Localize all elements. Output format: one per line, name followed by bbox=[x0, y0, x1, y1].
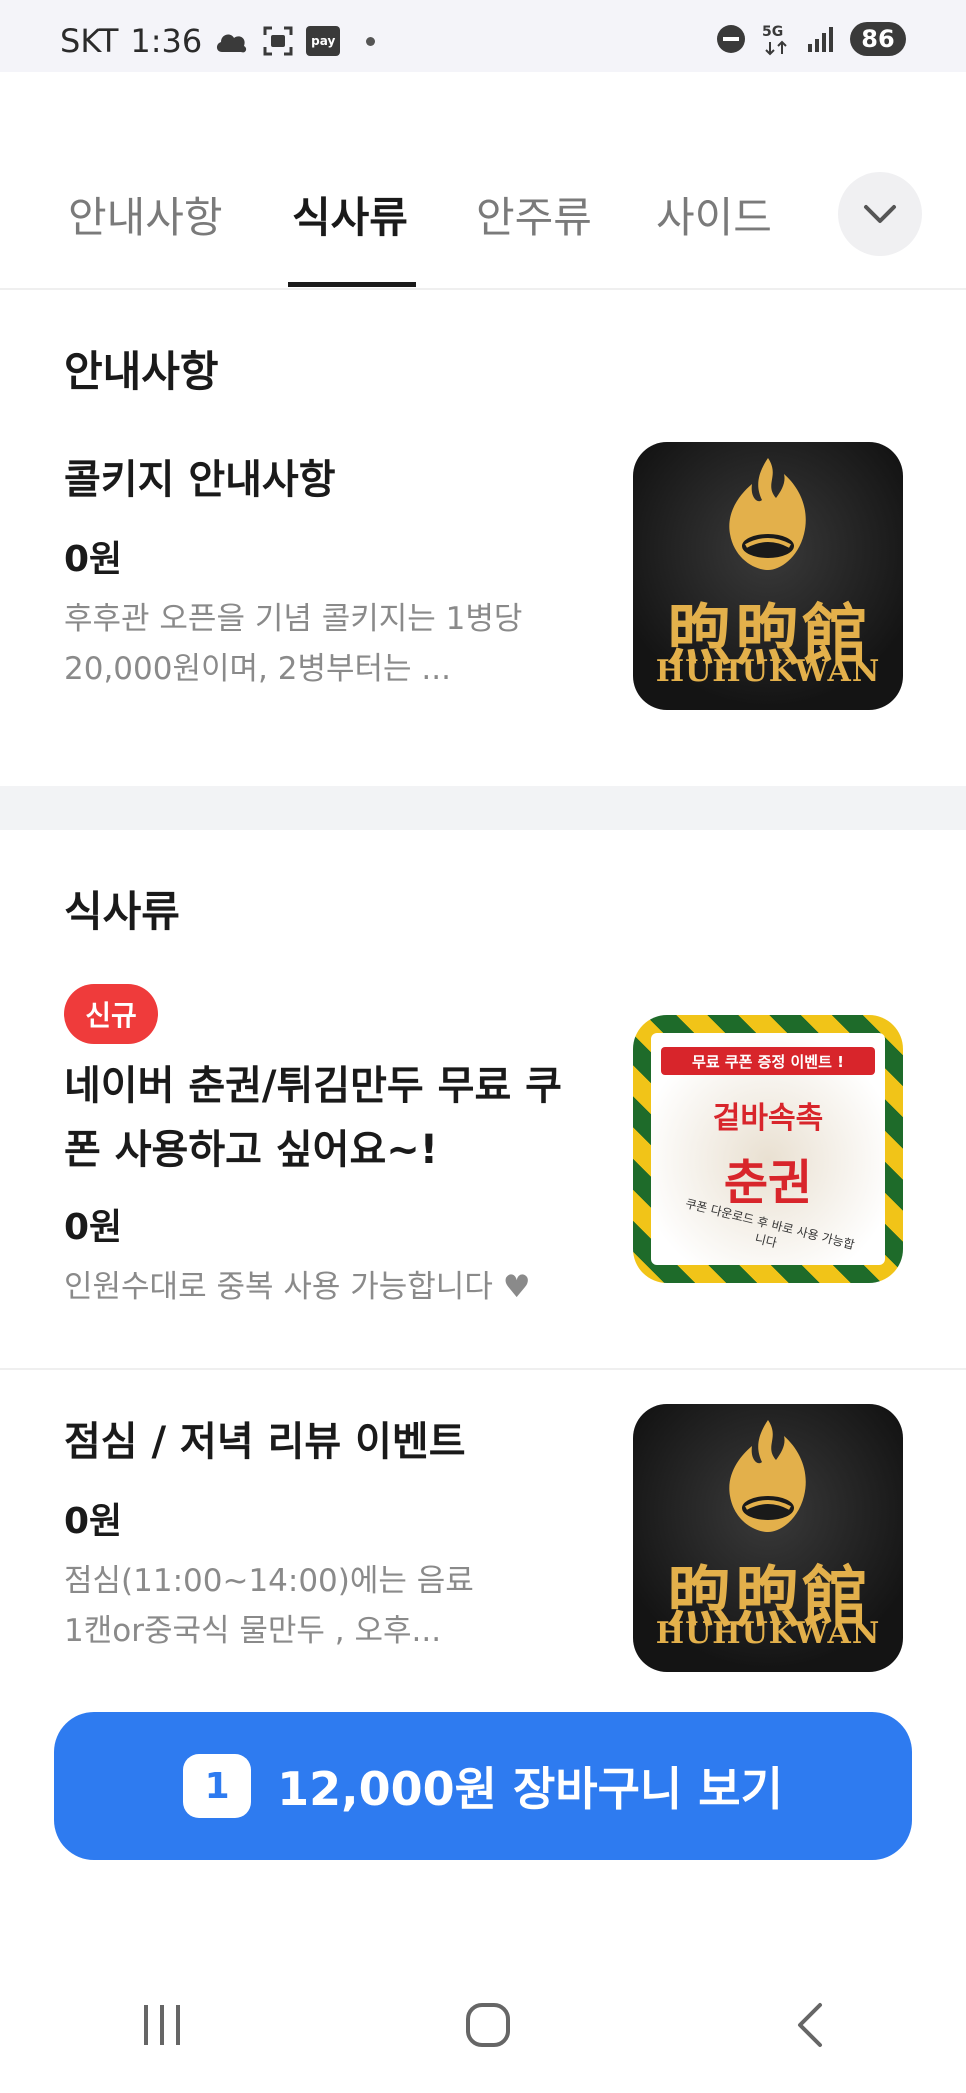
item-divider bbox=[0, 1368, 966, 1370]
pay-icon: pay bbox=[306, 26, 341, 56]
item-price: 0원 bbox=[64, 1207, 123, 1248]
system-nav-bar bbox=[0, 1970, 966, 2080]
svg-text:5G: 5G bbox=[762, 24, 783, 40]
back-icon[interactable] bbox=[792, 2001, 826, 2049]
tab-snacks[interactable]: 안주류 bbox=[476, 184, 592, 245]
item-name: 네이버 춘권/튀김만두 무료 쿠 폰 사용하고 싶어요~! bbox=[64, 1063, 562, 1173]
item-price: 0원 bbox=[64, 1501, 123, 1542]
carrier: SKT bbox=[60, 22, 119, 60]
active-tab-indicator bbox=[288, 282, 416, 287]
recent-apps-icon[interactable] bbox=[140, 2003, 184, 2047]
signal-icon bbox=[808, 27, 833, 52]
clock: 1:36 bbox=[130, 22, 203, 60]
section-title-info: 안내사항 bbox=[64, 347, 219, 396]
item-description: 점심(11:00~14:00)에는 음료 1캔or중국식 물만두 , 오후... bbox=[64, 1563, 474, 1649]
item-image-logo: 煦煦館 HUHUKWAN bbox=[633, 442, 903, 710]
view-cart-button[interactable]: 1 12,000원 장바구니 보기 bbox=[54, 1712, 912, 1860]
battery-indicator: 86 bbox=[850, 22, 906, 56]
coupon-tagline: 겉바속촉 bbox=[712, 1101, 824, 1136]
section-title-meals: 식사류 bbox=[64, 887, 180, 936]
do-not-disturb-icon bbox=[717, 25, 745, 53]
flame-logo-icon bbox=[729, 1420, 806, 1532]
coupon-banner: 무료 쿠폰 증정 이벤트 ! bbox=[661, 1047, 875, 1075]
scan-icon bbox=[263, 26, 293, 56]
network-5g-icon: 5G bbox=[762, 24, 787, 56]
item-image-logo: 煦煦館 HUHUKWAN bbox=[633, 1404, 903, 1672]
item-description: 후후관 오픈을 기념 콜키지는 1병당 20,000원이며, 2병부터는 ... bbox=[64, 601, 523, 687]
cart-count-badge: 1 bbox=[183, 1754, 252, 1818]
new-badge: 신규 bbox=[64, 984, 158, 1044]
cloud-icon bbox=[217, 34, 247, 53]
item-name: 콜키지 안내사항 bbox=[64, 457, 336, 503]
flame-logo-icon bbox=[729, 458, 806, 570]
logo-subtext: HUHUKWAN bbox=[655, 654, 881, 689]
tab-info[interactable]: 안내사항 bbox=[68, 184, 223, 245]
chevron-down-icon bbox=[864, 205, 896, 223]
logo-subtext: HUHUKWAN bbox=[655, 1616, 881, 1651]
home-icon[interactable] bbox=[464, 2001, 512, 2049]
category-tabs: 안내사항 식사류 안주류 사이드 bbox=[0, 150, 966, 290]
item-description: 인원수대로 중복 사용 가능합니다 ♥ bbox=[64, 1269, 531, 1305]
tab-more-button[interactable] bbox=[838, 172, 922, 256]
status-bar: SKT 1:36 pay 5G 86 bbox=[0, 0, 966, 72]
item-price: 0원 bbox=[64, 539, 123, 580]
section-separator bbox=[0, 786, 966, 830]
notification-dot bbox=[366, 36, 376, 46]
item-image-coupon: 무료 쿠폰 증정 이벤트 ! 겉바속촉 춘권 쿠폰 다운로드 후 바로 사용 가… bbox=[633, 1015, 903, 1283]
cart-label: 12,000원 장바구니 보기 bbox=[277, 1762, 783, 1816]
tab-side[interactable]: 사이드 bbox=[656, 184, 772, 245]
item-name: 점심 / 저녁 리뷰 이벤트 bbox=[64, 1419, 466, 1465]
tab-meals[interactable]: 식사류 bbox=[292, 184, 408, 245]
